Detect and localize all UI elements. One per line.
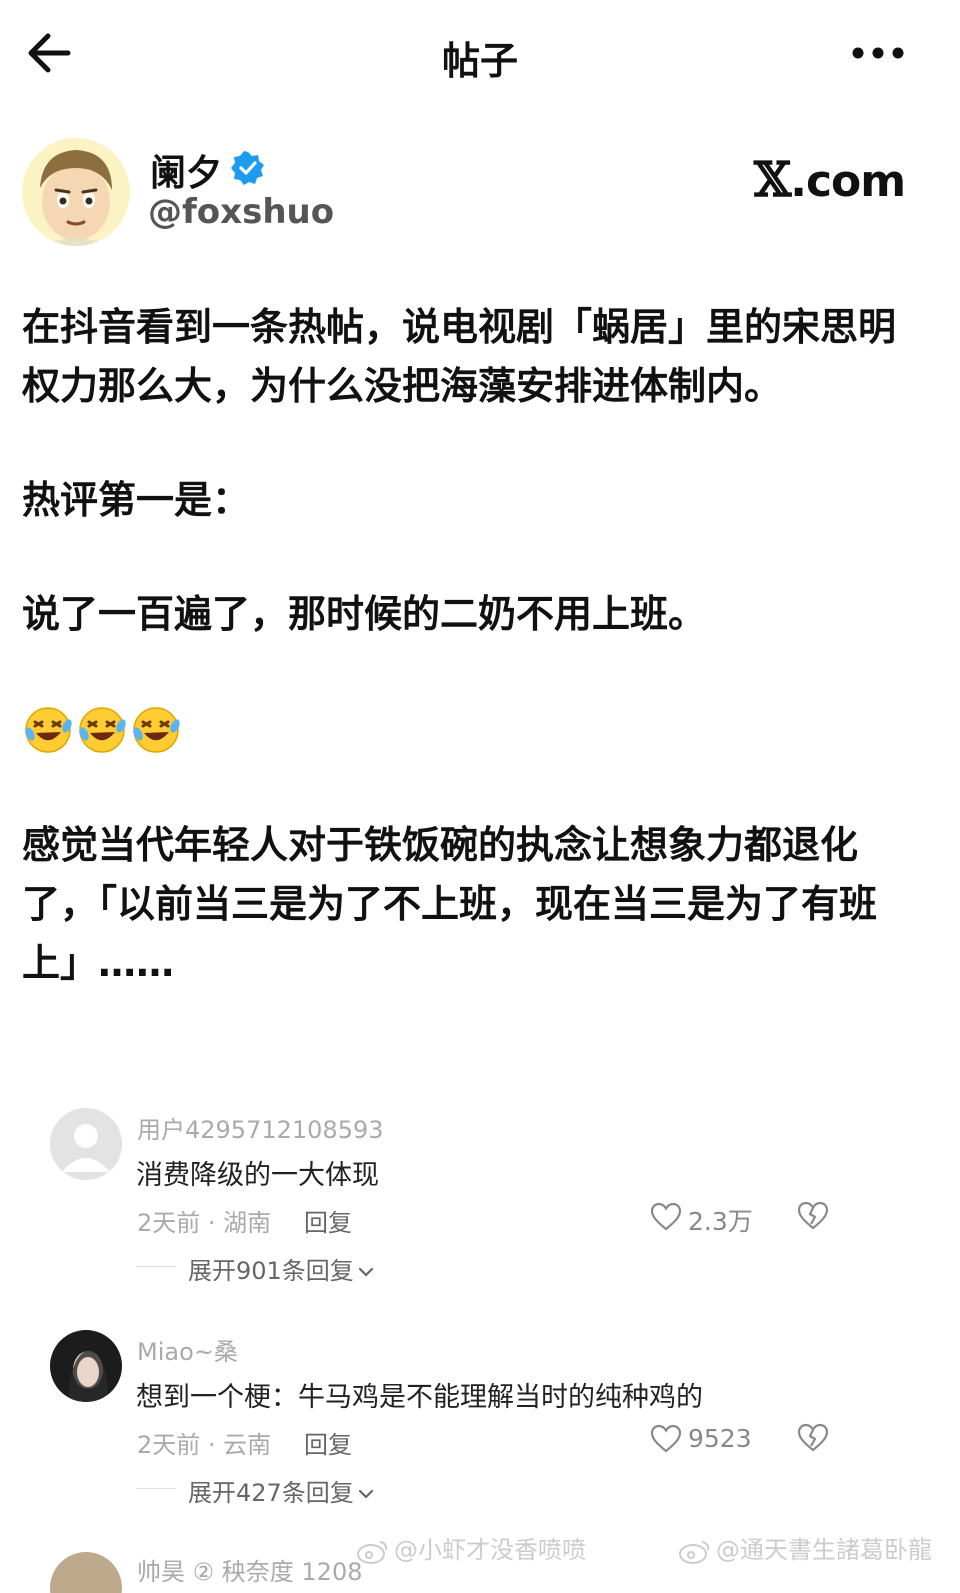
x-com-brand: 𝕏.com [754, 152, 906, 208]
author-avatar[interactable] [22, 138, 130, 246]
dislike-button[interactable] [796, 1422, 832, 1456]
post-body: 在抖音看到一条热帖，说电视剧「蜗居」里的宋思明权力那么大，为什么没把海藻安排进体… [22, 298, 902, 993]
heart-icon [650, 1424, 682, 1453]
broken-heart-icon [797, 1423, 829, 1452]
weibo-logo-icon [357, 1541, 388, 1564]
post-paragraph: 热评第一是： [22, 478, 251, 522]
weibo-logo-icon [679, 1541, 710, 1564]
author-row: 阑夕 @foxshuo 𝕏.com [22, 134, 942, 246]
emoji-row [22, 699, 902, 761]
rolling-laughing-emoji-icon [25, 707, 72, 753]
verified-badge-icon [231, 151, 264, 185]
commenter-name[interactable]: Miao~桑 [137, 1332, 238, 1367]
chevron-down-icon [358, 1489, 373, 1499]
brand-domain: .com [790, 156, 906, 207]
rolling-laughing-emoji-icon [79, 707, 126, 753]
post-paragraph: 在抖音看到一条热帖，说电视剧「蜗居」里的宋思明权力那么大，为什么没把海藻安排进体… [22, 305, 897, 408]
like-count: 9523 [688, 1424, 752, 1453]
author-handle[interactable]: @foxshuo [148, 192, 334, 232]
reply-divider [136, 1488, 176, 1489]
commenter-name[interactable]: 用户4295712108593 [137, 1110, 384, 1145]
x-logo-icon: 𝕏 [754, 152, 791, 208]
post-paragraph: 感觉当代年轻人对于铁饭碗的执念让想象力都退化了，「以前当三是为了不上班，现在当三… [22, 823, 878, 985]
expand-replies-button[interactable]: 展开901条回复 [188, 1251, 374, 1286]
photo-avatar-icon [50, 1330, 122, 1402]
commenter-avatar[interactable] [50, 1330, 122, 1402]
comment-meta: 2天前 · 湖南 [137, 1209, 272, 1237]
commenter-avatar[interactable] [50, 1552, 122, 1593]
like-button[interactable]: 2.3万 [650, 1200, 760, 1236]
comment-text: 想到一个梗：牛马鸡是不能理解当时的纯种鸡的 [136, 1382, 703, 1413]
more-options-button[interactable] [848, 36, 908, 70]
cartoon-face-avatar-icon [22, 138, 130, 246]
like-count: 2.3万 [688, 1207, 753, 1236]
broken-heart-icon [797, 1201, 829, 1230]
comment-text: 消费降级的一大体现 [136, 1160, 379, 1191]
heart-icon [650, 1202, 682, 1231]
watermark-right: @通天書生諸葛卧龍 [678, 1530, 932, 1565]
top-bar: 帖子 [0, 0, 960, 110]
commenter-avatar[interactable] [50, 1108, 122, 1180]
reply-button[interactable]: 回复 [304, 1425, 352, 1460]
watermark-left: @小虾才没香喷喷 [356, 1530, 586, 1565]
like-button[interactable]: 9523 [650, 1422, 760, 1456]
more-horizontal-icon [852, 47, 904, 59]
default-user-icon [50, 1108, 122, 1180]
expand-replies-button[interactable]: 展开427条回复 [188, 1473, 374, 1508]
page-title: 帖子 [441, 39, 518, 83]
reply-button[interactable]: 回复 [304, 1203, 352, 1238]
commenter-name[interactable]: 帅昊 ② 秧奈度 1208 [137, 1552, 362, 1587]
dislike-button[interactable] [796, 1200, 832, 1234]
author-name[interactable]: 阑夕 [150, 144, 222, 196]
comment-item: 用户4295712108593 消费降级的一大体现 2天前 · 湖南 回复 2.… [50, 1108, 910, 1308]
chevron-down-icon [358, 1267, 373, 1277]
comment-meta: 2天前 · 云南 [137, 1431, 272, 1459]
post-paragraph: 说了一百遍了，那时候的二奶不用上班。 [22, 592, 707, 636]
reply-divider [136, 1266, 176, 1267]
rolling-laughing-emoji-icon [133, 707, 180, 753]
post-page: 帖子 阑夕 @foxshuo 𝕏.com 在抖音看到一条热帖，说电视剧「蜗居」里… [0, 0, 960, 1593]
comment-item: Miao~桑 想到一个梗：牛马鸡是不能理解当时的纯种鸡的 2天前 · 云南 回复… [50, 1330, 910, 1530]
